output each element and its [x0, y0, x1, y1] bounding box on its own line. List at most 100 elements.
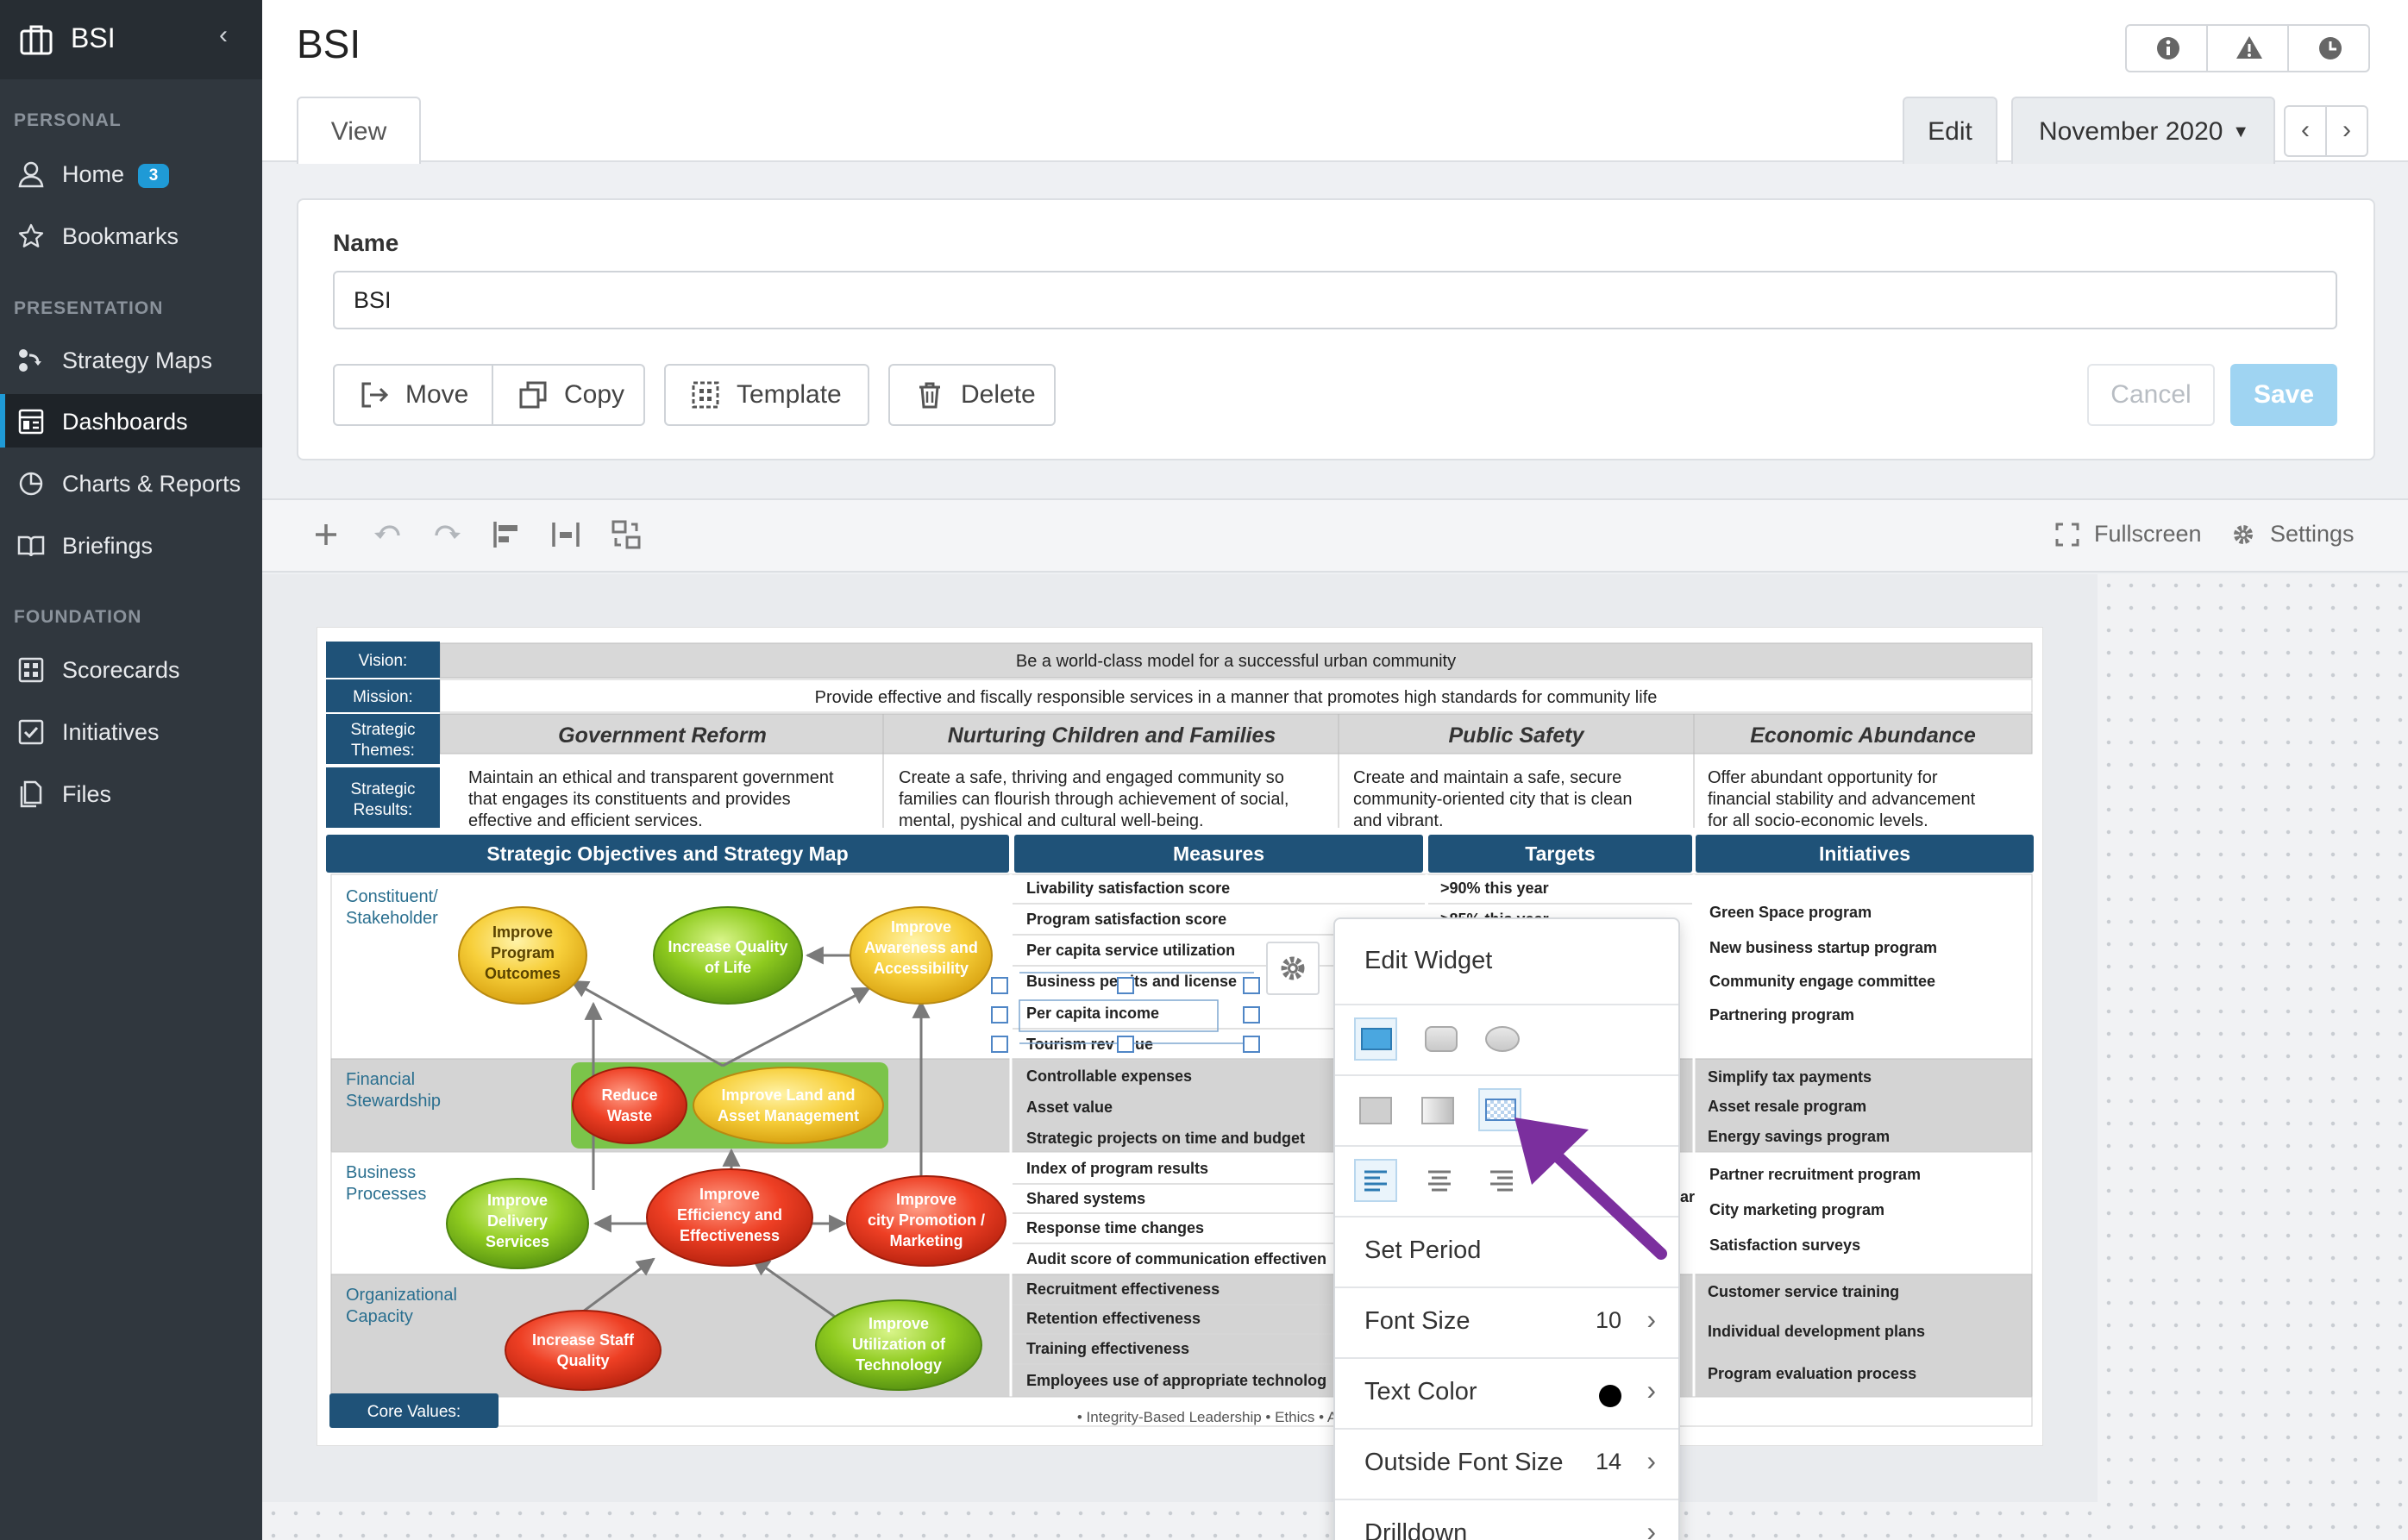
- info-button[interactable]: [2125, 24, 2208, 72]
- sidebar-item-strategy-maps[interactable]: Strategy Maps: [0, 333, 262, 386]
- align-left-icon[interactable]: [490, 517, 524, 552]
- sidebar-item-charts-reports[interactable]: Charts & Reports: [0, 456, 262, 510]
- drilldown-row[interactable]: Drilldown ›: [1335, 1499, 1678, 1540]
- section-presentation: PRESENTATION: [14, 298, 164, 318]
- objective-label: Improve: [487, 1192, 548, 1209]
- clock-icon: [2319, 37, 2342, 59]
- save-button[interactable]: Save: [2230, 364, 2337, 426]
- objective-label: Effectiveness: [680, 1227, 780, 1244]
- undo-icon[interactable]: [371, 517, 405, 552]
- canvas-grid: [2098, 574, 2408, 1540]
- objective-improve-land-asset[interactable]: [693, 1067, 884, 1144]
- align-left-button[interactable]: [1354, 1159, 1397, 1202]
- text-color-row[interactable]: Text Color ›: [1335, 1357, 1678, 1428]
- warning-button[interactable]: [2206, 24, 2289, 72]
- theme-result: Create a safe, thriving and engaged comm…: [899, 768, 1284, 787]
- sidebar-item-briefings[interactable]: Briefings: [0, 518, 262, 572]
- history-button[interactable]: [2287, 24, 2370, 72]
- fullscreen-button[interactable]: Fullscreen: [2054, 521, 2202, 548]
- objective-label: Accessibility: [874, 960, 969, 977]
- delete-label: Delete: [961, 380, 1036, 409]
- resize-handle[interactable]: [1243, 977, 1260, 994]
- objective-label: Increase Staff: [532, 1331, 635, 1349]
- resize-handle[interactable]: [1243, 1036, 1260, 1053]
- objective-increase-quality-of-life[interactable]: [653, 906, 803, 1005]
- period-selector[interactable]: November 2020 ▼: [2011, 97, 2275, 164]
- measure: Program satisfaction score: [1026, 911, 1226, 928]
- cancel-button[interactable]: Cancel: [2087, 364, 2215, 426]
- strategy-map: Vision: Be a world-class model for a suc…: [326, 642, 2034, 1428]
- template-button[interactable]: Template: [664, 364, 869, 426]
- add-icon[interactable]: [309, 517, 343, 552]
- resize-handle[interactable]: [1117, 1036, 1134, 1053]
- theme-result: for all socio-economic levels.: [1708, 811, 1928, 830]
- name-input[interactable]: BSI: [333, 271, 2337, 329]
- settings-button[interactable]: Settings: [2230, 521, 2355, 548]
- sidebar-item-scorecards[interactable]: Scorecards: [0, 642, 262, 696]
- shape-option-rounded[interactable]: [1425, 1026, 1458, 1052]
- objective-label: Outcomes: [485, 965, 561, 982]
- delete-button[interactable]: Delete: [888, 364, 1056, 426]
- sidebar-item-files[interactable]: Files: [0, 767, 262, 820]
- move-button[interactable]: Move: [333, 364, 493, 426]
- sidebar-item-initiatives[interactable]: Initiatives: [0, 704, 262, 758]
- tab-edit[interactable]: Edit: [1903, 97, 1997, 164]
- fill-option-solid[interactable]: [1359, 1097, 1392, 1124]
- resize-handle[interactable]: [1117, 977, 1134, 994]
- sidebar-item-bookmarks[interactable]: Bookmarks: [0, 209, 262, 262]
- theme-result: and vibrant.: [1353, 811, 1444, 830]
- shape-option-ellipse[interactable]: [1485, 1026, 1520, 1052]
- collapse-sidebar-icon[interactable]: ‹: [219, 21, 228, 50]
- vision-text: Be a world-class model for a successful …: [1016, 652, 1456, 671]
- resize-handle[interactable]: [1243, 1006, 1260, 1024]
- objective-label: of Life: [705, 959, 751, 976]
- initiative: Customer service training: [1708, 1283, 1899, 1300]
- initiative: Satisfaction surveys: [1709, 1236, 1860, 1254]
- measure: its and license: [1130, 973, 1237, 990]
- theme-result: Create and maintain a safe, secure: [1353, 768, 1621, 787]
- objective-reduce-waste[interactable]: [572, 1067, 687, 1144]
- theme-result: effective and efficient services.: [468, 811, 703, 830]
- measure: ue: [1135, 1036, 1153, 1053]
- redo-icon[interactable]: [430, 517, 464, 552]
- measure: Index of program results: [1026, 1160, 1208, 1177]
- resize-handle[interactable]: [991, 1036, 1008, 1053]
- objective-label: Technology: [856, 1356, 942, 1374]
- sidebar-item-home[interactable]: Home 3: [0, 147, 262, 200]
- widget-settings-button[interactable]: [1266, 942, 1320, 995]
- text-align-center-icon[interactable]: [1420, 1161, 1459, 1200]
- template-label: Template: [737, 380, 842, 409]
- drilldown-label: Drilldown: [1364, 1519, 1468, 1540]
- theme-result: that engages its constituents and provid…: [468, 790, 791, 809]
- distribute-icon[interactable]: [549, 517, 583, 552]
- annotation-arrow: [1514, 1117, 1667, 1260]
- section-personal: PERSONAL: [14, 110, 122, 130]
- sidebar-item-dashboards[interactable]: Dashboards: [0, 394, 262, 448]
- arrange-icon[interactable]: [609, 517, 643, 552]
- tab-view[interactable]: View: [297, 97, 421, 164]
- set-period-label: Set Period: [1364, 1236, 1482, 1264]
- measure: Training effectiveness: [1026, 1340, 1189, 1357]
- initiative: Program evaluation process: [1708, 1365, 1916, 1382]
- next-period-button[interactable]: ›: [2325, 105, 2368, 157]
- objective-increase-staff-quality[interactable]: [505, 1310, 662, 1391]
- sidebar-item-label: Files: [62, 781, 112, 807]
- resize-handle[interactable]: [991, 1006, 1008, 1024]
- previous-period-button[interactable]: ‹: [2284, 105, 2327, 157]
- mission-label: Mission:: [353, 688, 413, 706]
- gear-icon: [2234, 524, 2253, 544]
- font-size-value: 10: [1595, 1307, 1621, 1333]
- canvas-grid: [262, 1502, 2098, 1540]
- shape-option-rectangle[interactable]: [1354, 1017, 1397, 1061]
- sidebar: BSI ‹ PERSONAL Home 3 Bookmarks PRESENTA…: [0, 0, 262, 1540]
- resize-handle[interactable]: [991, 977, 1008, 994]
- strategy-map-widget[interactable]: Vision: Be a world-class model for a suc…: [317, 628, 2042, 1445]
- fill-option-gradient[interactable]: [1421, 1097, 1454, 1124]
- font-size-row[interactable]: Font Size 10 ›: [1335, 1286, 1678, 1357]
- objective-label: Improve Land and: [721, 1086, 855, 1104]
- outside-font-size-row[interactable]: Outside Font Size 14 ›: [1335, 1428, 1678, 1499]
- move-icon: [361, 382, 389, 408]
- pie-chart-icon: [19, 472, 43, 496]
- template-icon: [692, 381, 719, 409]
- copy-button[interactable]: Copy: [492, 364, 645, 426]
